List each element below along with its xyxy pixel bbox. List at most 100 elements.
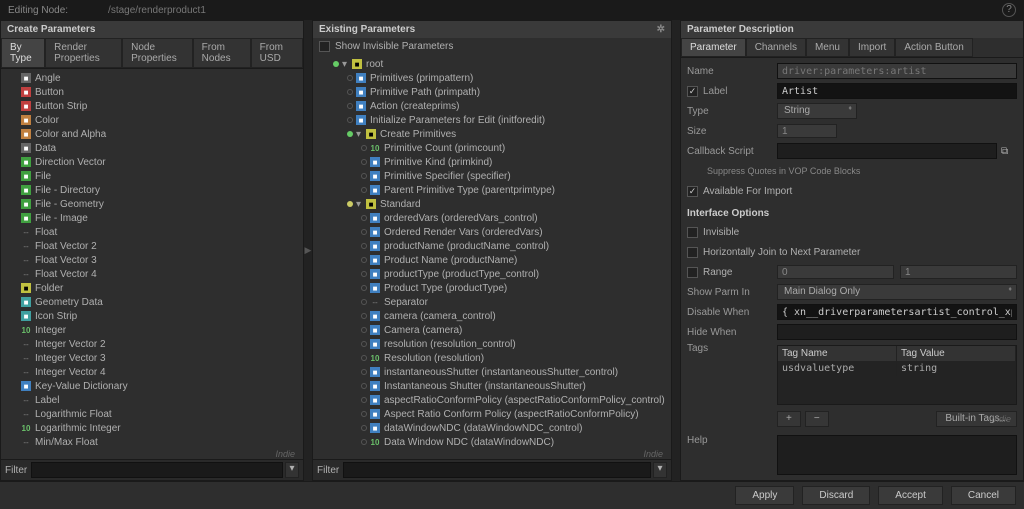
- tree-item[interactable]: ■Ordered Render Vars (orderedVars): [313, 225, 671, 239]
- tree-item[interactable]: ■orderedVars (orderedVars_control): [313, 211, 671, 225]
- filter-input[interactable]: [343, 462, 651, 478]
- help-icon[interactable]: ?: [1002, 3, 1016, 17]
- tag-value-cell[interactable]: string: [897, 361, 1016, 376]
- showparm-select[interactable]: Main Dialog Only: [777, 284, 1017, 300]
- apply-button[interactable]: Apply: [735, 486, 794, 505]
- tab-by-type[interactable]: By Type: [1, 38, 45, 68]
- invisible-checkbox[interactable]: [687, 227, 698, 238]
- type-item[interactable]: --Label: [1, 393, 303, 407]
- type-item[interactable]: --Float: [1, 225, 303, 239]
- tree-item[interactable]: ■productName (productName_control): [313, 239, 671, 253]
- type-item[interactable]: ■Angle: [1, 71, 303, 85]
- expand-icon[interactable]: ▾: [356, 199, 364, 210]
- show-invisible-checkbox[interactable]: [319, 41, 330, 52]
- tree-item[interactable]: ■Product Type (productType): [313, 281, 671, 295]
- expand-icon[interactable]: ▾: [342, 59, 350, 70]
- type-item[interactable]: --Integer Vector 3: [1, 351, 303, 365]
- range-checkbox[interactable]: [687, 267, 698, 278]
- discard-button[interactable]: Discard: [802, 486, 870, 505]
- type-item[interactable]: ■Folder: [1, 281, 303, 295]
- tree-folder[interactable]: ▾■Create Primitives: [313, 127, 671, 141]
- tree-item[interactable]: ■Aspect Ratio Conform Policy (aspectRati…: [313, 407, 671, 421]
- tree-root[interactable]: ▾■root: [313, 57, 671, 71]
- tag-remove-button[interactable]: −: [805, 411, 829, 427]
- tree-item[interactable]: ■aspectRatioConformPolicy (aspectRatioCo…: [313, 393, 671, 407]
- tree-item[interactable]: ■productType (productType_control): [313, 267, 671, 281]
- tree-item[interactable]: 10Primitive Count (primcount): [313, 141, 671, 155]
- label-checkbox[interactable]: [687, 86, 698, 97]
- tree-item[interactable]: ■Primitive Specifier (specifier): [313, 169, 671, 183]
- type-item[interactable]: --Float Vector 2: [1, 239, 303, 253]
- tab-action-button[interactable]: Action Button: [895, 38, 972, 57]
- parameter-tree[interactable]: ▾■root■Primitives (primpattern)■Primitiv…: [313, 55, 671, 449]
- label-field[interactable]: [777, 83, 1017, 99]
- tab-from-nodes[interactable]: From Nodes: [193, 38, 251, 68]
- panel-divider[interactable]: ▶: [304, 20, 312, 481]
- tree-item[interactable]: ■Primitive Kind (primkind): [313, 155, 671, 169]
- type-item[interactable]: ■Data: [1, 141, 303, 155]
- tab-render-properties[interactable]: Render Properties: [45, 38, 122, 68]
- tag-add-button[interactable]: +: [777, 411, 801, 427]
- tree-item[interactable]: 10Resolution (resolution): [313, 351, 671, 365]
- type-item[interactable]: --Logarithmic Float: [1, 407, 303, 421]
- tab-menu[interactable]: Menu: [806, 38, 849, 57]
- tree-item[interactable]: ■Initialize Parameters for Edit (initfor…: [313, 113, 671, 127]
- type-item[interactable]: ■Key-Value Dictionary: [1, 379, 303, 393]
- tree-item[interactable]: ■instantaneousShutter (instantaneousShut…: [313, 365, 671, 379]
- tab-parameter[interactable]: Parameter: [681, 38, 746, 57]
- type-item[interactable]: ■File - Image: [1, 211, 303, 225]
- tree-item[interactable]: ■camera (camera_control): [313, 309, 671, 323]
- type-item[interactable]: --Integer Vector 2: [1, 337, 303, 351]
- tag-name-cell[interactable]: usdvaluetype: [778, 361, 897, 376]
- type-item[interactable]: ■File: [1, 169, 303, 183]
- type-item[interactable]: 10Integer: [1, 323, 303, 337]
- type-item[interactable]: --Float Vector 4: [1, 267, 303, 281]
- type-item[interactable]: --Integer Vector 4: [1, 365, 303, 379]
- hjoin-checkbox[interactable]: [687, 247, 698, 258]
- type-item[interactable]: ■File - Geometry: [1, 197, 303, 211]
- tree-item[interactable]: ■Camera (camera): [313, 323, 671, 337]
- tab-node-properties[interactable]: Node Properties: [122, 38, 193, 68]
- tree-item[interactable]: ■Action (createprims): [313, 99, 671, 113]
- tree-item[interactable]: ■resolution (resolution_control): [313, 337, 671, 351]
- filter-dropdown-icon[interactable]: ▾: [285, 462, 299, 478]
- name-field[interactable]: [777, 63, 1017, 79]
- type-list[interactable]: ■Angle■Button■Button Strip■Color■Color a…: [1, 69, 303, 449]
- tree-item[interactable]: ■Instantaneous Shutter (instantaneousShu…: [313, 379, 671, 393]
- filter-input[interactable]: [31, 462, 283, 478]
- tab-channels[interactable]: Channels: [746, 38, 806, 57]
- expand-icon[interactable]: ▾: [356, 129, 364, 140]
- type-item[interactable]: ■Geometry Data: [1, 295, 303, 309]
- tree-item[interactable]: 10Data Window NDC (dataWindowNDC): [313, 435, 671, 449]
- tree-item[interactable]: ■dataWindowNDC (dataWindowNDC_control): [313, 421, 671, 435]
- disablewhen-field[interactable]: [777, 304, 1017, 320]
- type-item[interactable]: 10Logarithmic Integer: [1, 421, 303, 435]
- tree-item[interactable]: ■Primitives (primpattern): [313, 71, 671, 85]
- panel-divider[interactable]: [672, 20, 680, 481]
- arrow-right-icon[interactable]: ▶: [305, 246, 312, 255]
- tree-item[interactable]: ■Primitive Path (primpath): [313, 85, 671, 99]
- callback-lang-icon[interactable]: ⧉: [1001, 146, 1017, 157]
- hidewhen-field[interactable]: [777, 324, 1017, 340]
- type-item[interactable]: ■Color: [1, 113, 303, 127]
- type-item[interactable]: ■Button Strip: [1, 99, 303, 113]
- tab-from-usd[interactable]: From USD: [251, 38, 303, 68]
- gear-icon[interactable]: ✲: [657, 24, 665, 35]
- tree-item[interactable]: --Separator: [313, 295, 671, 309]
- type-item[interactable]: --Min/Max Float: [1, 435, 303, 449]
- tree-item[interactable]: ■Product Name (productName): [313, 253, 671, 267]
- cancel-button[interactable]: Cancel: [951, 486, 1016, 505]
- type-item[interactable]: ■Button: [1, 85, 303, 99]
- type-select[interactable]: String: [777, 103, 857, 119]
- help-field[interactable]: [777, 435, 1017, 475]
- callback-field[interactable]: [777, 143, 997, 159]
- filter-dropdown-icon[interactable]: ▾: [653, 462, 667, 478]
- type-item[interactable]: ■Icon Strip: [1, 309, 303, 323]
- tab-import[interactable]: Import: [849, 38, 895, 57]
- type-item[interactable]: ■Direction Vector: [1, 155, 303, 169]
- available-import-checkbox[interactable]: [687, 186, 698, 197]
- type-item[interactable]: --Float Vector 3: [1, 253, 303, 267]
- accept-button[interactable]: Accept: [878, 486, 943, 505]
- type-item[interactable]: ■Color and Alpha: [1, 127, 303, 141]
- tree-folder[interactable]: ▾■Standard: [313, 197, 671, 211]
